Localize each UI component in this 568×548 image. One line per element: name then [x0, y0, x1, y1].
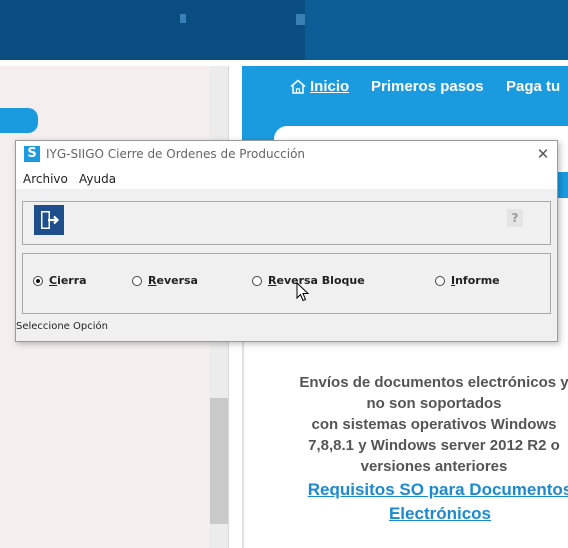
- sidebar-scrollbar-thumb[interactable]: [210, 398, 228, 524]
- siigo-logo-icon: S: [24, 146, 40, 162]
- menu-archivo[interactable]: Archivo: [23, 172, 68, 186]
- nav-first-steps-link[interactable]: Primeros pasos: [371, 78, 484, 95]
- options-group: Cierra Reversa Reversa Bloque Informe: [22, 253, 551, 314]
- header-mark: [296, 14, 305, 25]
- os-support-notice: Envíos de documentos electrónicos y no s…: [244, 372, 568, 477]
- requirements-link[interactable]: Requisitos SO para Documentos Electrónic…: [244, 478, 568, 526]
- menu-bar: Archivo Ayuda: [16, 169, 557, 189]
- close-icon[interactable]: ✕: [532, 143, 554, 165]
- radio-reversa[interactable]: Reversa: [132, 274, 198, 287]
- radio-reversa-label: Reversa: [148, 274, 198, 287]
- mouse-pointer-icon: [296, 282, 310, 302]
- radio-informe-label: Informe: [451, 274, 500, 287]
- nav-home-link[interactable]: Inicio: [290, 78, 349, 95]
- menu-ayuda[interactable]: Ayuda: [79, 172, 116, 186]
- top-header-band: [0, 0, 568, 60]
- home-icon: [290, 79, 306, 94]
- sidebar-active-button[interactable]: [0, 108, 38, 133]
- help-button[interactable]: ?: [507, 209, 523, 227]
- link-line[interactable]: Requisitos SO para Documentos: [244, 478, 568, 502]
- radio-cierra[interactable]: Cierra: [33, 274, 87, 287]
- exit-door-icon: [41, 211, 60, 229]
- notice-line: con sistemas operativos Windows: [311, 416, 557, 433]
- link-line[interactable]: Electrónicos: [244, 502, 568, 526]
- nav-pay-link[interactable]: Paga tu: [506, 78, 560, 95]
- radio-button-checked[interactable]: [33, 275, 43, 286]
- header-mark: [180, 14, 186, 23]
- radio-button[interactable]: [252, 275, 262, 286]
- cierre-ordenes-dialog: S IYG-SIIGO Cierre de Ordenes de Producc…: [15, 140, 558, 342]
- radio-button[interactable]: [435, 275, 445, 286]
- radio-informe[interactable]: Informe: [435, 274, 500, 287]
- toolbar-group: ?: [22, 201, 551, 245]
- nav-home-label: Inicio: [310, 78, 350, 95]
- dialog-title-bar[interactable]: S IYG-SIIGO Cierre de Ordenes de Producc…: [16, 141, 557, 169]
- radio-cierra-label: Cierra: [49, 274, 87, 287]
- notice-line: Envíos de documentos electrónicos y: [299, 374, 568, 391]
- dialog-title: IYG-SIIGO Cierre de Ordenes de Producció…: [46, 147, 306, 161]
- notice-line: no son soportados: [366, 395, 502, 412]
- notice-line: versiones anteriores: [360, 458, 508, 475]
- radio-reversa-bloque-label: Reversa Bloque: [268, 274, 365, 287]
- radio-button[interactable]: [132, 275, 142, 286]
- header-dark-section: [0, 0, 305, 60]
- exit-button[interactable]: [34, 205, 64, 235]
- status-bar-text: Seleccione Opción: [16, 321, 108, 332]
- notice-line: 7,8,8.1 y Windows server 2012 R2 o: [308, 437, 560, 454]
